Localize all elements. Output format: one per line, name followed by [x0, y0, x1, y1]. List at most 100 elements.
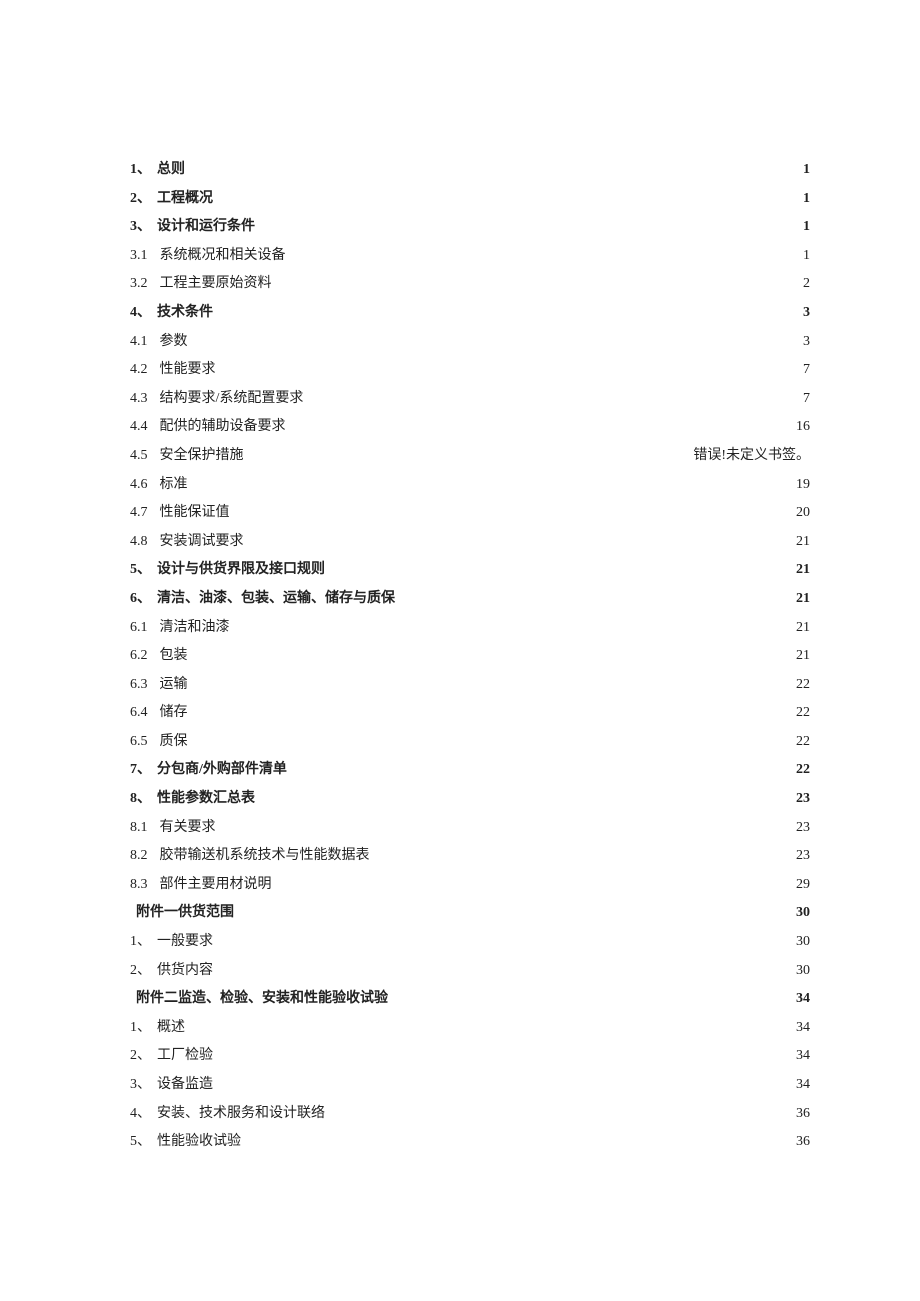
toc-page: 36	[794, 1104, 810, 1124]
toc-title: 安全保护措施	[160, 446, 244, 466]
toc-number: 3、	[130, 217, 157, 237]
toc-entry[interactable]: 3.1系统概况和相关设备1	[130, 246, 810, 266]
toc-page: 1	[794, 189, 810, 209]
toc-number: 5、	[130, 1132, 157, 1152]
toc-page: 22	[794, 703, 810, 723]
toc-entry[interactable]: 5、设计与供货界限及接口规则21	[130, 560, 810, 580]
toc-entry[interactable]: 6.4储存22	[130, 703, 810, 723]
toc-entry[interactable]: 4、安装、技术服务和设计联络36	[130, 1104, 810, 1124]
toc-entry[interactable]: 8.1有关要求23	[130, 818, 810, 838]
toc-entry[interactable]: 4.8安装调试要求21	[130, 532, 810, 552]
toc-entry[interactable]: 6.1清洁和油漆 21	[130, 618, 810, 638]
toc-title: 性能保证值	[160, 503, 230, 523]
toc-title: 配供的辅助设备要求	[160, 417, 286, 437]
toc-title: 设备监造	[157, 1075, 213, 1095]
toc-number: 2、	[130, 1046, 157, 1066]
toc-entry[interactable]: 2、供货内容30	[130, 961, 810, 981]
toc-entry[interactable]: 4.6标准19	[130, 475, 810, 495]
toc-entry[interactable]: 8.3部件主要用材说明29	[130, 875, 810, 895]
toc-number: 6.2	[130, 646, 160, 666]
toc-entry[interactable]: 附件一供货范围30	[130, 903, 810, 923]
toc-page: 34	[794, 1046, 810, 1066]
toc-number: 4.6	[130, 475, 160, 495]
toc-title: 有关要求	[160, 818, 216, 838]
toc-entry[interactable]: 7、分包商/外购部件清单22	[130, 760, 810, 780]
toc-number: 3.2	[130, 274, 160, 294]
toc-entry[interactable]: 3.2工程主要原始资料2	[130, 274, 810, 294]
toc-title: 工程概况	[157, 189, 213, 209]
toc-title: 供货内容	[157, 961, 213, 981]
toc-page: 20	[794, 503, 810, 523]
toc-title: 清洁和油漆	[160, 618, 230, 638]
toc-title: 质保	[160, 732, 188, 752]
toc-title: 附件二监造、检验、安装和性能验收试验	[136, 989, 388, 1009]
toc-entry[interactable]: 4.1参数3	[130, 332, 810, 352]
toc-page: 21	[794, 618, 810, 638]
toc-page: 36	[794, 1132, 810, 1152]
toc-number: 4.4	[130, 417, 160, 437]
toc-number: 4.5	[130, 446, 160, 466]
toc-entry[interactable]: 附件二监造、检验、安装和性能验收试验34	[130, 989, 810, 1009]
toc-title: 总则	[157, 160, 185, 180]
toc-title: 性能验收试验	[157, 1132, 241, 1152]
toc-number: 8.3	[130, 875, 160, 895]
toc-number: 6.5	[130, 732, 160, 752]
toc-entry[interactable]: 2、工程概况1	[130, 189, 810, 209]
toc-entry[interactable]: 4.4配供的辅助设备要求 16	[130, 417, 810, 437]
toc-number: 1、	[130, 932, 157, 952]
toc-title: 包装	[160, 646, 188, 666]
toc-title: 结构要求/系统配置要求	[160, 389, 304, 409]
toc-number: 1、	[130, 1018, 157, 1038]
toc-title: 设计和运行条件	[157, 217, 255, 237]
toc-page: 21	[794, 589, 810, 609]
toc-entry[interactable]: 4.5安全保护措施 错误!未定义书签。	[130, 446, 810, 466]
toc-title: 部件主要用材说明	[160, 875, 272, 895]
toc-title: 性能要求	[160, 360, 216, 380]
toc-title: 参数	[160, 332, 188, 352]
toc-entry[interactable]: 3、设备监造34	[130, 1075, 810, 1095]
toc-entry[interactable]: 4、技术条件3	[130, 303, 810, 323]
toc-title: 一般要求	[157, 932, 213, 952]
toc-entry[interactable]: 4.3结构要求/系统配置要求7	[130, 389, 810, 409]
toc-entry[interactable]: 2、工厂检验34	[130, 1046, 810, 1066]
toc-page: 23	[794, 846, 810, 866]
toc-entry[interactable]: 1、概述34	[130, 1018, 810, 1038]
toc-page: 3	[794, 303, 810, 323]
toc-page: 22	[794, 732, 810, 752]
toc-number: 6.1	[130, 618, 160, 638]
toc-page: 错误!未定义书签。	[693, 446, 810, 466]
toc-title: 运输	[160, 675, 188, 695]
toc-number: 1、	[130, 160, 157, 180]
toc-page: 1	[794, 160, 810, 180]
toc-page: 34	[794, 1075, 810, 1095]
toc-title: 清洁、油漆、包装、运输、储存与质保	[157, 589, 395, 609]
toc-title: 系统概况和相关设备	[160, 246, 286, 266]
toc-entry[interactable]: 4.2性能要求7	[130, 360, 810, 380]
toc-page: 16	[794, 417, 810, 437]
toc-number: 2、	[130, 961, 157, 981]
toc-entry[interactable]: 3、设计和运行条件1	[130, 217, 810, 237]
toc-entry[interactable]: 8.2胶带输送机系统技术与性能数据表23	[130, 846, 810, 866]
toc-entry[interactable]: 6.5质保 22	[130, 732, 810, 752]
toc-number: 4.7	[130, 503, 160, 523]
toc-title: 储存	[160, 703, 188, 723]
toc-entry[interactable]: 1、一般要求30	[130, 932, 810, 952]
toc-number: 7、	[130, 760, 157, 780]
toc-number: 6、	[130, 589, 157, 609]
toc-entry[interactable]: 1、总则 1	[130, 160, 810, 180]
toc-entry[interactable]: 5、性能验收试验 36	[130, 1132, 810, 1152]
toc-entry[interactable]: 6.3运输22	[130, 675, 810, 695]
toc-entry[interactable]: 6、清洁、油漆、包装、运输、储存与质保 21	[130, 589, 810, 609]
toc-title: 概述	[157, 1018, 185, 1038]
toc-container: 1、总则12、工程概况13、设计和运行条件13.1系统概况和相关设备13.2工程…	[130, 160, 810, 1152]
toc-page: 2	[794, 274, 810, 294]
toc-entry[interactable]: 8、性能参数汇总表23	[130, 789, 810, 809]
toc-page: 21	[794, 646, 810, 666]
toc-page: 21	[794, 560, 810, 580]
toc-page: 22	[794, 675, 810, 695]
toc-title: 标准	[160, 475, 188, 495]
toc-entry[interactable]: 4.7性能保证值 20	[130, 503, 810, 523]
toc-page: 22	[794, 760, 810, 780]
toc-title: 设计与供货界限及接口规则	[157, 560, 325, 580]
toc-entry[interactable]: 6.2包装 21	[130, 646, 810, 666]
